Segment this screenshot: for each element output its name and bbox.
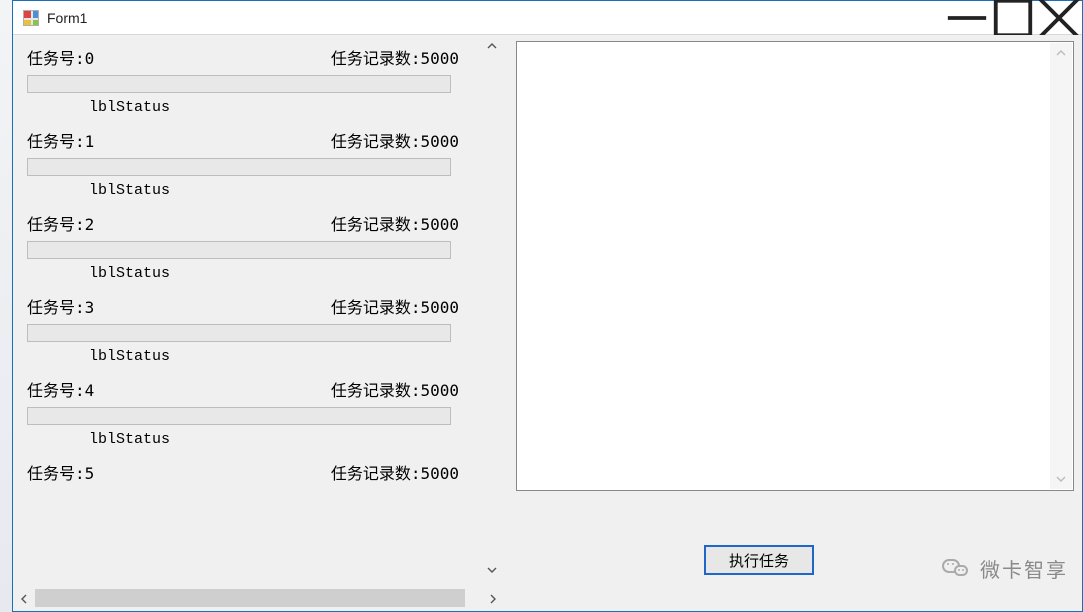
main-window: Form1 任务号:0 任务记录数:5000 lblStatus xyxy=(12,0,1083,612)
task-list-viewport: 任务号:0 任务记录数:5000 lblStatus 任务号:1 任务记录数:5… xyxy=(13,35,473,580)
watermark: 微卡智享 xyxy=(942,554,1068,583)
task-row: 任务号:3 任务记录数:5000 lblStatus xyxy=(13,284,473,367)
task-status-label: lblStatus xyxy=(27,431,459,448)
task-records-label: 任务记录数:5000 xyxy=(331,211,459,235)
run-task-button[interactable]: 执行任务 xyxy=(704,545,814,575)
task-status-label: lblStatus xyxy=(27,265,459,282)
task-list-vertical-scrollbar[interactable] xyxy=(480,35,504,581)
titlebar: Form1 xyxy=(13,1,1082,35)
run-task-button-label: 执行任务 xyxy=(729,550,789,571)
output-textarea[interactable] xyxy=(516,41,1074,491)
window-title: Form1 xyxy=(47,10,87,26)
task-records-label: 任务记录数:5000 xyxy=(331,460,459,484)
scroll-track[interactable] xyxy=(1050,63,1072,469)
task-id-label: 任务号:0 xyxy=(27,45,94,69)
task-id-label: 任务号:1 xyxy=(27,128,94,152)
task-status-label: lblStatus xyxy=(27,348,459,365)
task-status-label: lblStatus xyxy=(27,99,459,116)
right-panel: 执行任务 微卡智享 xyxy=(504,35,1082,611)
task-id-label: 任务号:4 xyxy=(27,377,94,401)
scroll-right-arrow-icon[interactable] xyxy=(482,587,504,611)
maximize-button[interactable] xyxy=(990,1,1036,34)
wechat-icon xyxy=(942,557,970,581)
task-row: 任务号:2 任务记录数:5000 lblStatus xyxy=(13,201,473,284)
scroll-track[interactable] xyxy=(35,587,482,611)
task-progress-bar xyxy=(27,324,451,342)
task-row: 任务号:1 任务记录数:5000 lblStatus xyxy=(13,118,473,201)
task-records-label: 任务记录数:5000 xyxy=(331,377,459,401)
client-area: 任务号:0 任务记录数:5000 lblStatus 任务号:1 任务记录数:5… xyxy=(13,35,1082,611)
task-progress-bar xyxy=(27,407,451,425)
task-row: 任务号:4 任务记录数:5000 lblStatus xyxy=(13,367,473,450)
scroll-thumb[interactable] xyxy=(35,589,465,607)
scroll-down-arrow-icon[interactable] xyxy=(480,559,504,581)
minimize-button[interactable] xyxy=(944,1,990,34)
task-progress-bar xyxy=(27,158,451,176)
task-list-panel: 任务号:0 任务记录数:5000 lblStatus 任务号:1 任务记录数:5… xyxy=(13,35,504,611)
task-id-label: 任务号:5 xyxy=(27,460,94,484)
scroll-track[interactable] xyxy=(480,57,504,559)
scroll-down-arrow-icon[interactable] xyxy=(1050,469,1072,489)
background-left-strip xyxy=(0,0,12,612)
task-records-label: 任务记录数:5000 xyxy=(331,128,459,152)
task-id-label: 任务号:3 xyxy=(27,294,94,318)
watermark-text: 微卡智享 xyxy=(980,554,1068,583)
task-row: 任务号:0 任务记录数:5000 lblStatus xyxy=(13,35,473,118)
close-button[interactable] xyxy=(1036,1,1082,34)
app-icon xyxy=(23,10,39,26)
task-list-horizontal-scrollbar[interactable] xyxy=(13,587,504,611)
task-progress-bar xyxy=(27,241,451,259)
scroll-left-arrow-icon[interactable] xyxy=(13,587,35,611)
scroll-up-arrow-icon[interactable] xyxy=(480,35,504,57)
task-status-label: lblStatus xyxy=(27,182,459,199)
scroll-up-arrow-icon[interactable] xyxy=(1050,43,1072,63)
task-row: 任务号:5 任务记录数:5000 xyxy=(13,450,473,492)
task-records-label: 任务记录数:5000 xyxy=(331,45,459,69)
task-records-label: 任务记录数:5000 xyxy=(331,294,459,318)
task-id-label: 任务号:2 xyxy=(27,211,94,235)
task-progress-bar xyxy=(27,75,451,93)
output-vertical-scrollbar[interactable] xyxy=(1050,43,1072,489)
